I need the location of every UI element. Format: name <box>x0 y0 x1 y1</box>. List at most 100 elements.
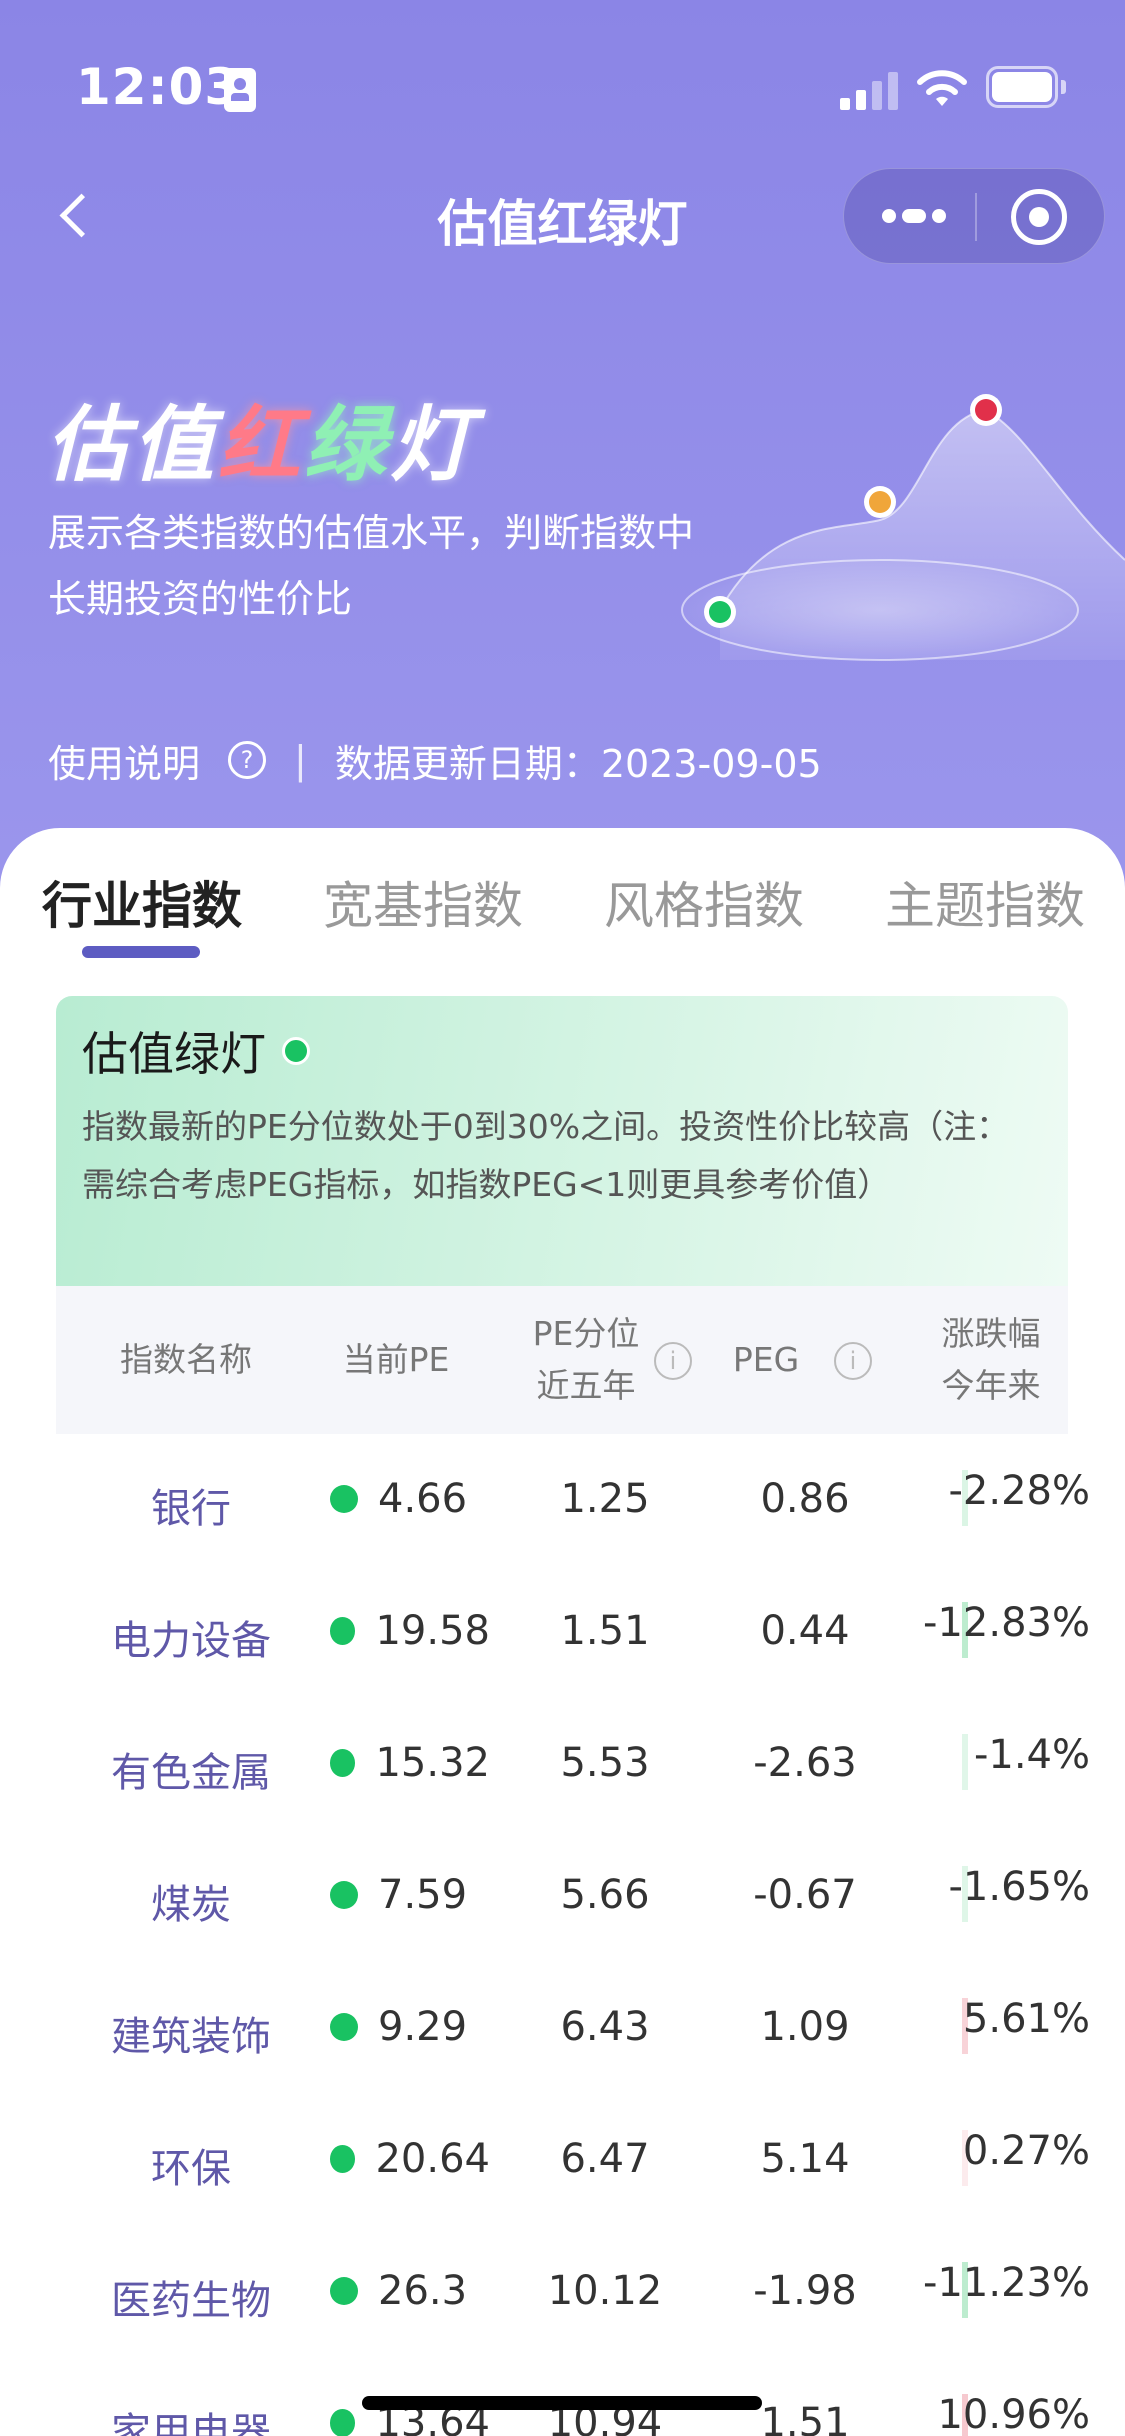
row-current-pe: 15.32 <box>330 1740 490 1786</box>
help-question-icon[interactable]: ? <box>228 741 267 779</box>
row-peg: -2.63 <box>753 1740 857 1786</box>
tab-style-index[interactable]: 风格指数 <box>604 866 804 938</box>
header-ytd-change-line1: 涨跌幅 <box>941 1314 1041 1353</box>
table-row[interactable]: 医药生物 26.3 10.12 -1.98 -11.23% <box>0 2226 1125 2358</box>
row-pe-value: 15.32 <box>375 1740 490 1786</box>
green-light-icon <box>330 1881 358 1909</box>
row-pe-percentile: 5.66 <box>560 1872 650 1918</box>
table-header: 指数名称 当前PE PE分位 近五年 i PEG i 涨跌幅 今年来 <box>56 1286 1068 1434</box>
valuation-mountain-illustration <box>681 394 1125 661</box>
row-pe-percentile: 1.25 <box>560 1476 650 1522</box>
home-indicator <box>362 2396 762 2410</box>
info-card-description: 指数最新的PE分位数处于0到30%之间。投资性价比较高（注：需综合考虑PEG指标… <box>82 1107 1010 1204</box>
green-light-icon <box>330 1485 358 1513</box>
row-current-pe: 26.3 <box>330 2268 490 2314</box>
row-index-name: 电力设备 <box>111 1618 271 1664</box>
logo-part-1: 估值 <box>46 398 218 493</box>
row-pe-percentile: 10.12 <box>547 2268 663 2314</box>
close-target-icon[interactable] <box>1011 189 1067 245</box>
row-peg: 1.09 <box>760 2004 850 2050</box>
row-peg: 0.86 <box>760 1476 850 1522</box>
wifi-icon <box>917 70 967 106</box>
usage-guide-link[interactable]: 使用说明 <box>48 733 200 788</box>
row-peg: -1.98 <box>753 2268 857 2314</box>
hero-description: 展示各类指数的估值水平，判断指数中长期投资的性价比 <box>48 511 695 621</box>
row-peg: -0.67 <box>753 1872 857 1918</box>
row-current-pe: 19.58 <box>330 1608 490 1654</box>
info-card-title-text: 估值绿灯 <box>82 1027 266 1081</box>
battery-icon <box>986 66 1066 108</box>
row-current-pe: 20.64 <box>330 2136 490 2182</box>
tab-industry-index[interactable]: 行业指数 <box>42 866 242 938</box>
tab-theme-index[interactable]: 主题指数 <box>885 866 1085 938</box>
row-pe-value: 7.59 <box>378 1872 468 1918</box>
row-index-name: 煤炭 <box>151 1882 231 1928</box>
row-peg: 5.14 <box>760 2136 850 2182</box>
hero-meta-bar: 使用说明 ? | 数据更新日期：2023-09-05 <box>48 730 822 790</box>
row-pe-percentile: 6.43 <box>560 2004 650 2050</box>
active-tab-indicator <box>82 946 200 958</box>
peg-info-icon[interactable]: i <box>834 1342 872 1380</box>
header-index-name[interactable]: 指数名称 <box>56 1334 316 1386</box>
green-light-dot-icon <box>282 1037 310 1065</box>
row-pe-value: 9.29 <box>378 2004 468 2050</box>
mini-program-capsule <box>843 168 1105 264</box>
row-pe-percentile: 1.51 <box>560 1608 650 1654</box>
update-date: 数据更新日期：2023-09-05 <box>334 741 822 786</box>
cellular-signal-icon <box>840 70 898 110</box>
valuation-traffic-light-screen: 12:03 估值红绿灯 估值红绿灯 展示各类指数的估值水平，判断指数中长期投资的… <box>0 0 1125 2436</box>
index-table-body: 银行 4.66 1.25 0.86 -2.28% 电力设备 19.58 1.51… <box>0 1434 1125 2436</box>
row-ytd-change: -2.28% <box>948 1468 1090 1514</box>
index-panel: 行业指数 宽基指数 风格指数 主题指数 估值绿灯 指数最新的PE分位数处于0到3… <box>0 828 1125 2436</box>
row-ytd-change: 5.61% <box>962 1996 1090 2042</box>
meta-separator: | <box>294 738 307 782</box>
green-light-icon <box>330 2145 356 2173</box>
logo-part-red: 红 <box>218 398 304 493</box>
green-light-icon <box>330 1749 356 1777</box>
row-index-name: 有色金属 <box>111 1750 271 1796</box>
row-index-name: 银行 <box>151 1486 231 1532</box>
row-ytd-change: -1.65% <box>948 1864 1090 1910</box>
table-row[interactable]: 有色金属 15.32 5.53 -2.63 -1.4% <box>0 1698 1125 1830</box>
logo-part-4: 灯 <box>390 398 476 493</box>
row-pe-value: 26.3 <box>378 2268 468 2314</box>
row-ytd-change: 0.27% <box>962 2128 1090 2174</box>
row-pe-value: 4.66 <box>378 1476 468 1522</box>
green-light-icon <box>330 2277 358 2305</box>
logo-part-green: 绿 <box>304 398 390 493</box>
more-icon[interactable] <box>878 169 958 265</box>
header-current-pe[interactable]: 当前PE <box>306 1334 486 1386</box>
green-light-info-card: 估值绿灯 指数最新的PE分位数处于0到30%之间。投资性价比较高（注：需综合考虑… <box>56 996 1068 1286</box>
table-row[interactable]: 银行 4.66 1.25 0.86 -2.28% <box>0 1434 1125 1566</box>
id-card-icon <box>224 68 256 112</box>
row-pe-percentile: 6.47 <box>560 2136 650 2182</box>
pe-percentile-info-icon[interactable]: i <box>654 1342 692 1380</box>
table-row[interactable]: 建筑装饰 9.29 6.43 1.09 5.61% <box>0 1962 1125 2094</box>
row-ytd-change: -12.83% <box>923 1600 1090 1646</box>
index-category-tabs: 行业指数 宽基指数 风格指数 主题指数 <box>0 828 1125 978</box>
row-index-name: 建筑装饰 <box>111 2014 271 2060</box>
green-light-icon <box>330 2013 358 2041</box>
row-pe-value: 20.64 <box>375 2136 490 2182</box>
header-ytd-change-line2: 今年来 <box>941 1366 1041 1405</box>
header-peg[interactable]: PEG <box>706 1334 826 1386</box>
status-time: 12:03 <box>76 58 241 116</box>
row-index-name: 医药生物 <box>111 2278 271 2324</box>
row-current-pe: 7.59 <box>330 1872 490 1918</box>
row-current-pe: 4.66 <box>330 1476 490 1522</box>
row-current-pe: 9.29 <box>330 2004 490 2050</box>
row-index-name: 环保 <box>151 2146 231 2192</box>
status-bar: 12:03 <box>0 0 1125 170</box>
header-ytd-change[interactable]: 涨跌幅 今年来 <box>916 1308 1066 1412</box>
tab-broad-index[interactable]: 宽基指数 <box>323 866 523 938</box>
row-peg: 0.44 <box>760 1608 850 1654</box>
row-index-name: 家用电器 <box>111 2410 271 2436</box>
green-light-icon <box>330 1617 356 1645</box>
row-pe-percentile: 5.53 <box>560 1740 650 1786</box>
green-light-icon <box>330 2409 356 2436</box>
row-ytd-change: 10.96% <box>937 2392 1090 2436</box>
hero-logo: 估值红绿灯 <box>46 378 476 497</box>
table-row[interactable]: 电力设备 19.58 1.51 0.44 -12.83% <box>0 1566 1125 1698</box>
table-row[interactable]: 煤炭 7.59 5.66 -0.67 -1.65% <box>0 1830 1125 1962</box>
table-row[interactable]: 环保 20.64 6.47 5.14 0.27% <box>0 2094 1125 2226</box>
